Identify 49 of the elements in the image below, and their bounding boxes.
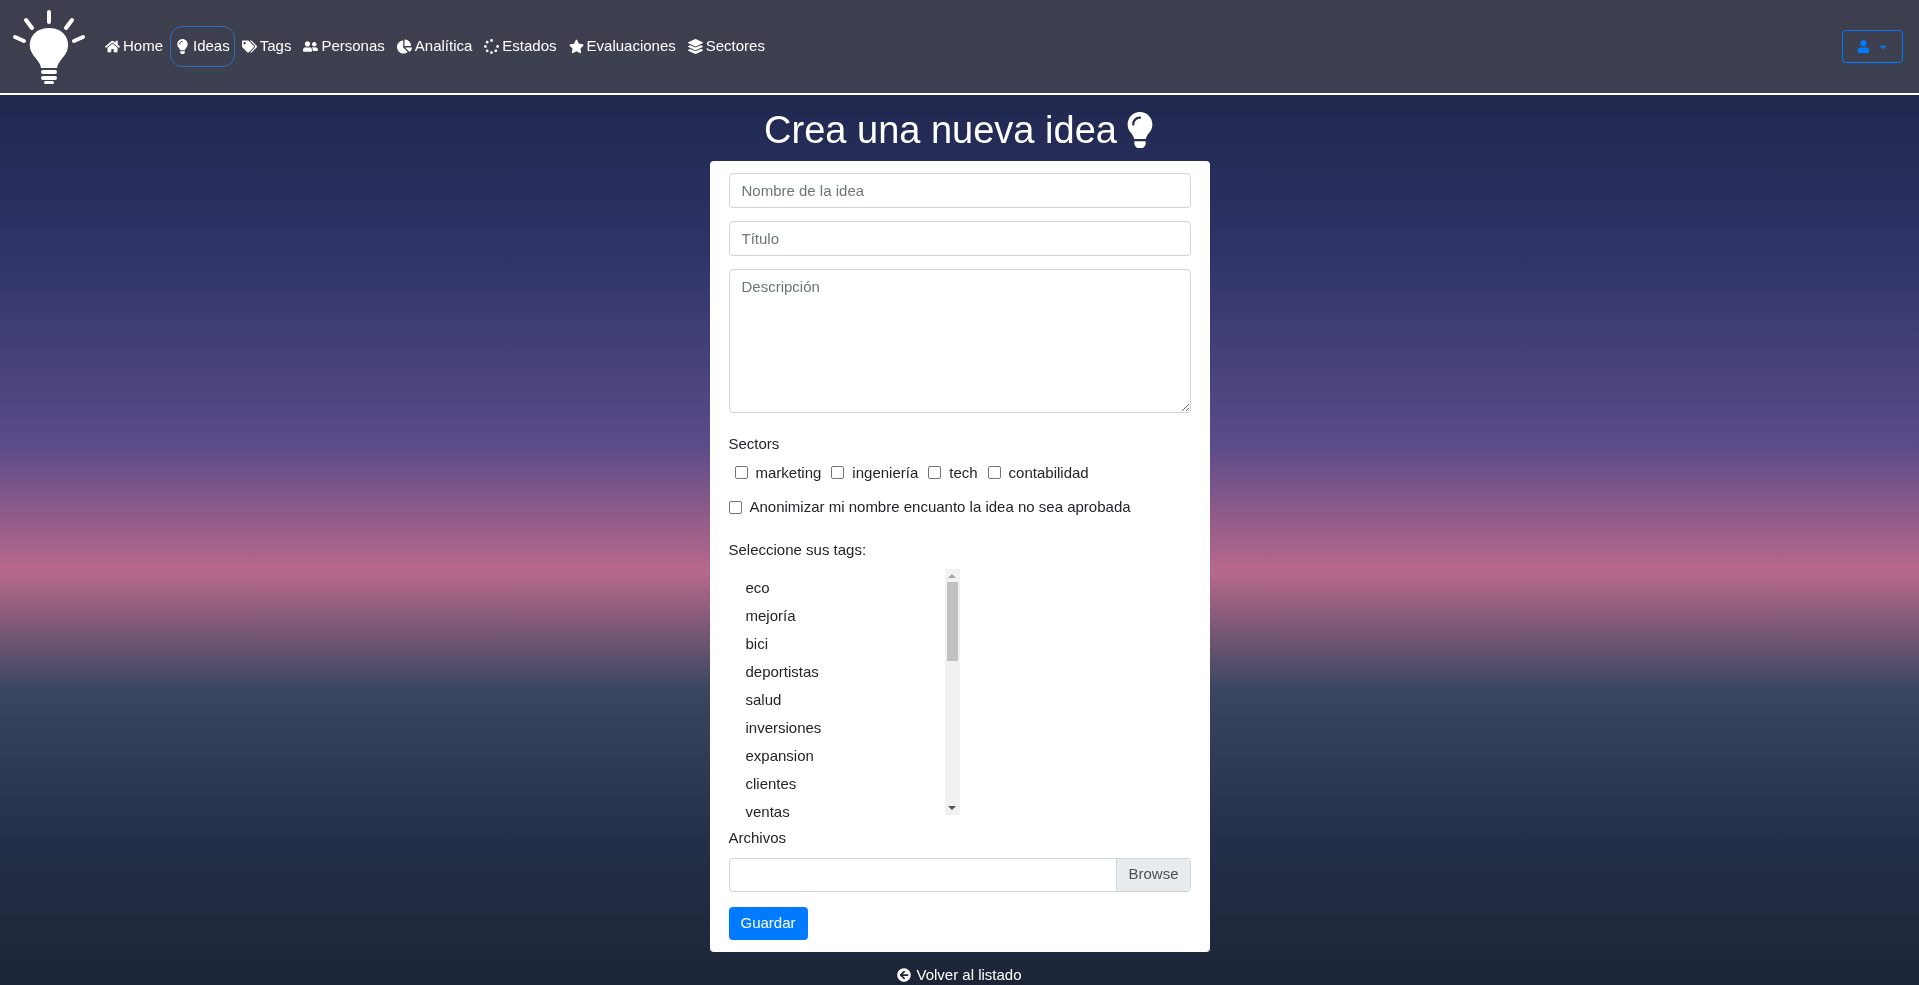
star-icon (568, 39, 584, 54)
list-option[interactable]: salud (745, 686, 945, 714)
people-icon (303, 39, 319, 54)
checkbox[interactable] (987, 466, 1001, 480)
list-option[interactable]: inversiones (745, 714, 945, 742)
lightbulb-logo-icon[interactable] (12, 9, 86, 84)
list-option[interactable]: bici (745, 630, 945, 658)
house-icon (105, 39, 120, 54)
checkbox-label: contabilidad (1008, 462, 1089, 483)
scrollbar[interactable] (944, 569, 960, 815)
checkbox[interactable] (728, 500, 742, 514)
back-link[interactable]: Volver al listado (897, 963, 1022, 985)
nav-link[interactable]: Analítica (391, 26, 478, 67)
nav-link[interactable]: Ideas (170, 26, 235, 67)
tags-icon (241, 39, 257, 54)
list-option[interactable]: deportistas (745, 658, 945, 686)
checkbox[interactable] (928, 466, 942, 480)
list-option[interactable]: mejoría (745, 602, 945, 630)
nav-link[interactable]: Personas (298, 26, 390, 67)
checkbox[interactable] (831, 466, 845, 480)
checkbox-label: ingeniería (852, 462, 919, 483)
input-field[interactable]: Nombre de la idea (728, 173, 1191, 208)
field-label: Sectors (728, 434, 781, 454)
browse-button[interactable]: Browse (1116, 858, 1190, 891)
checkbox[interactable] (734, 466, 748, 480)
arrow-left-icon (897, 967, 912, 982)
list-option[interactable]: clientes (745, 770, 945, 798)
nav-link[interactable]: Sectores (682, 26, 770, 67)
checkbox-label: Anonimizar mi nombre encuanto la idea no sea aprobada (749, 497, 1131, 517)
pie-chart-icon (396, 39, 412, 54)
nav-link[interactable]: Evaluaciones (563, 26, 681, 67)
checkbox-label: tech (949, 462, 978, 483)
user-icon (1857, 40, 1870, 53)
list-option[interactable]: expansion (745, 742, 945, 770)
input-field[interactable]: Título (728, 221, 1191, 256)
list-option[interactable]: eco (745, 574, 945, 602)
layers-icon (687, 39, 703, 54)
nav-link[interactable]: Home (100, 26, 168, 67)
page-title: Crea una nueva idea (764, 108, 1117, 153)
user-menu-button[interactable] (1842, 30, 1903, 63)
file-input[interactable]: Browse (728, 857, 1191, 892)
textarea-field[interactable]: Descripción (728, 269, 1191, 413)
field-label: Seleccione sus tags: (728, 539, 868, 560)
nav-link[interactable]: Estados (479, 26, 562, 67)
checkbox-label: marketing (755, 462, 822, 483)
field-label: Archivos (728, 828, 788, 848)
nav-link[interactable]: Tags (236, 26, 297, 67)
save-button[interactable]: Guardar (728, 906, 808, 940)
lightbulb-icon (175, 39, 190, 54)
